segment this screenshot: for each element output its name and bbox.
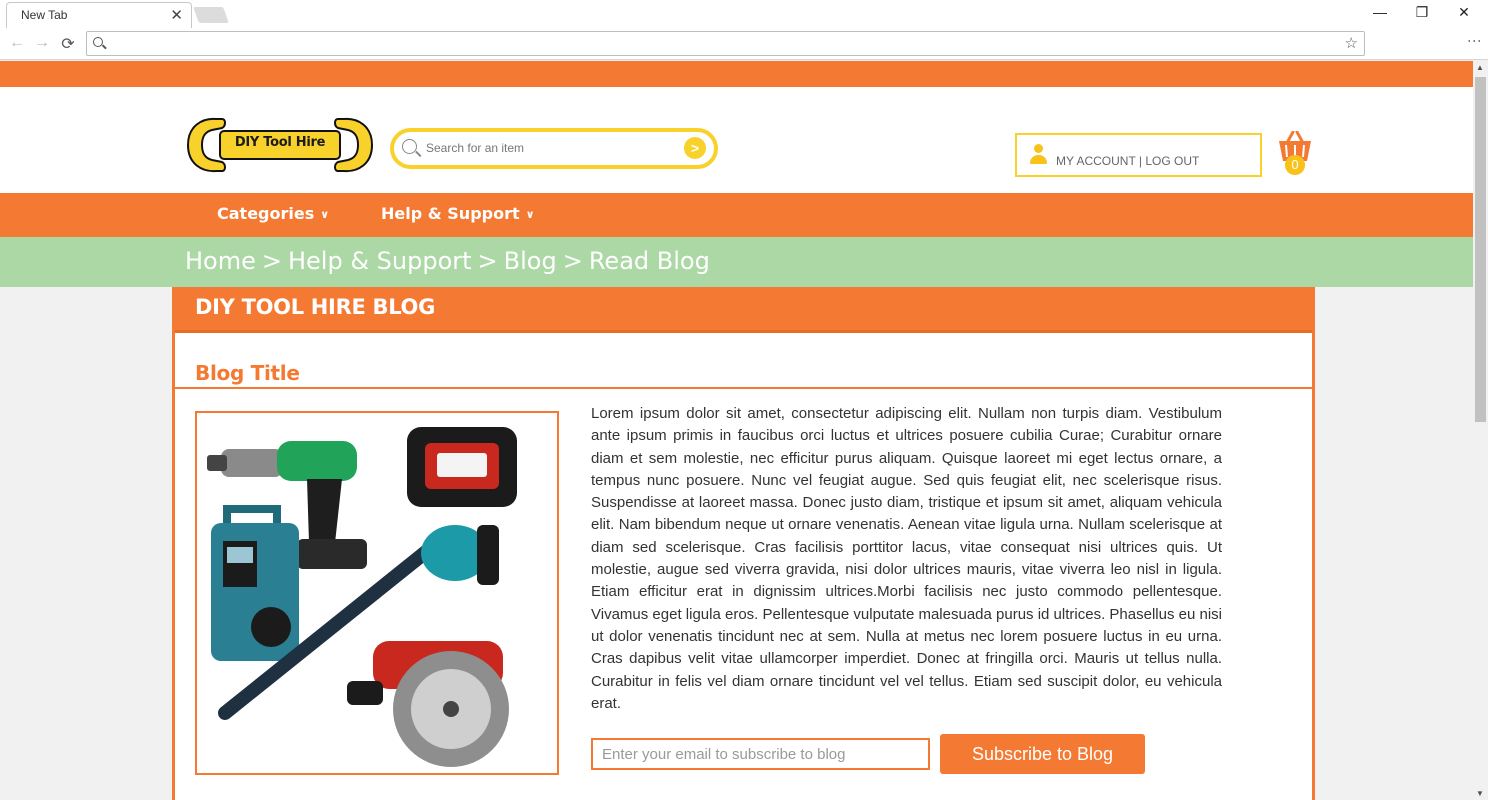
new-tab-button[interactable] bbox=[193, 7, 229, 23]
blog-title: Blog Title bbox=[195, 361, 300, 385]
window-minimize-icon[interactable]: — bbox=[1368, 4, 1392, 20]
nav-categories[interactable]: Categories ∨ bbox=[217, 204, 329, 223]
back-icon[interactable]: ← bbox=[7, 34, 27, 52]
work-light-icon bbox=[407, 427, 517, 507]
bookmark-star-icon[interactable]: ☆ bbox=[1345, 34, 1358, 52]
subscribe-button[interactable]: Subscribe to Blog bbox=[940, 734, 1145, 774]
blog-panel: DIY TOOL HIRE BLOG Blog Title Lorem ipsu… bbox=[172, 287, 1315, 800]
breadcrumb-separator: > bbox=[562, 247, 583, 275]
site-header: DIY Tool Hire > MY ACCOUNT | LOG OUT 0 bbox=[0, 87, 1473, 193]
blog-image bbox=[195, 411, 559, 775]
nav-label: Categories bbox=[217, 204, 315, 223]
power-tools-image bbox=[207, 427, 517, 767]
top-accent-strip bbox=[0, 61, 1473, 87]
nav-help-support[interactable]: Help & Support ∨ bbox=[381, 204, 535, 223]
circular-saw-icon bbox=[347, 641, 509, 767]
scroll-up-icon[interactable]: ▲ bbox=[1476, 63, 1484, 72]
user-icon bbox=[1030, 144, 1047, 166]
search-icon bbox=[93, 37, 103, 47]
divider bbox=[175, 387, 1312, 389]
nav-label: Help & Support bbox=[381, 204, 520, 223]
page-scrollbar[interactable]: ▲ ▼ bbox=[1473, 61, 1488, 800]
main-nav: Categories ∨ Help & Support ∨ bbox=[0, 193, 1473, 237]
search-icon bbox=[402, 139, 417, 154]
tab-title: New Tab bbox=[21, 8, 68, 22]
account-label: MY ACCOUNT | LOG OUT bbox=[1056, 154, 1200, 168]
site-logo[interactable]: DIY Tool Hire bbox=[186, 116, 374, 174]
tab-close-icon[interactable]: ✕ bbox=[170, 6, 183, 24]
blog-header-title: DIY TOOL HIRE BLOG bbox=[195, 295, 436, 319]
breadcrumb-separator: > bbox=[477, 247, 498, 275]
address-bar[interactable]: ☆ bbox=[86, 31, 1365, 56]
radio-icon bbox=[211, 505, 299, 661]
logo-text: DIY Tool Hire bbox=[234, 135, 326, 150]
breadcrumb: Home > Help & Support > Blog > Read Blog bbox=[185, 247, 710, 275]
browser-menu-icon[interactable]: ⋮ bbox=[1467, 34, 1483, 48]
chevron-down-icon: ∨ bbox=[525, 208, 535, 221]
subscribe-email-input[interactable] bbox=[591, 738, 930, 770]
blog-body-text: Lorem ipsum dolor sit amet, consectetur … bbox=[591, 405, 1222, 712]
account-button[interactable]: MY ACCOUNT | LOG OUT bbox=[1015, 133, 1262, 177]
breadcrumb-blog[interactable]: Blog bbox=[504, 247, 557, 275]
search-bar: > bbox=[390, 128, 718, 169]
search-submit-icon[interactable]: > bbox=[684, 137, 706, 159]
chevron-down-icon: ∨ bbox=[320, 208, 330, 221]
window-close-icon[interactable]: ✕ bbox=[1452, 4, 1476, 21]
breadcrumb-read-blog: Read Blog bbox=[588, 247, 710, 275]
cart-count-badge: 0 bbox=[1285, 155, 1305, 175]
browser-tab[interactable]: New Tab ✕ bbox=[6, 2, 192, 28]
reload-icon[interactable]: ⟳ bbox=[58, 34, 78, 54]
breadcrumb-bar: Home > Help & Support > Blog > Read Blog bbox=[0, 237, 1473, 287]
browser-tab-strip: New Tab ✕ — ❐ ✕ bbox=[0, 0, 1488, 28]
blog-header: DIY TOOL HIRE BLOG bbox=[175, 287, 1312, 333]
window-restore-icon[interactable]: ❐ bbox=[1410, 4, 1434, 21]
browser-toolbar: ← → ⟳ ☆ ⋮ bbox=[0, 28, 1488, 60]
breadcrumb-help-support[interactable]: Help & Support bbox=[288, 247, 472, 275]
scrollbar-thumb[interactable] bbox=[1475, 77, 1486, 422]
breadcrumb-separator: > bbox=[261, 247, 282, 275]
search-input[interactable] bbox=[426, 138, 676, 158]
cart-button[interactable]: 0 bbox=[1278, 130, 1312, 177]
forward-icon[interactable]: → bbox=[32, 34, 52, 52]
web-page: DIY Tool Hire > MY ACCOUNT | LOG OUT 0 C… bbox=[0, 61, 1473, 800]
scroll-down-icon[interactable]: ▼ bbox=[1476, 789, 1484, 798]
breadcrumb-home[interactable]: Home bbox=[185, 247, 256, 275]
